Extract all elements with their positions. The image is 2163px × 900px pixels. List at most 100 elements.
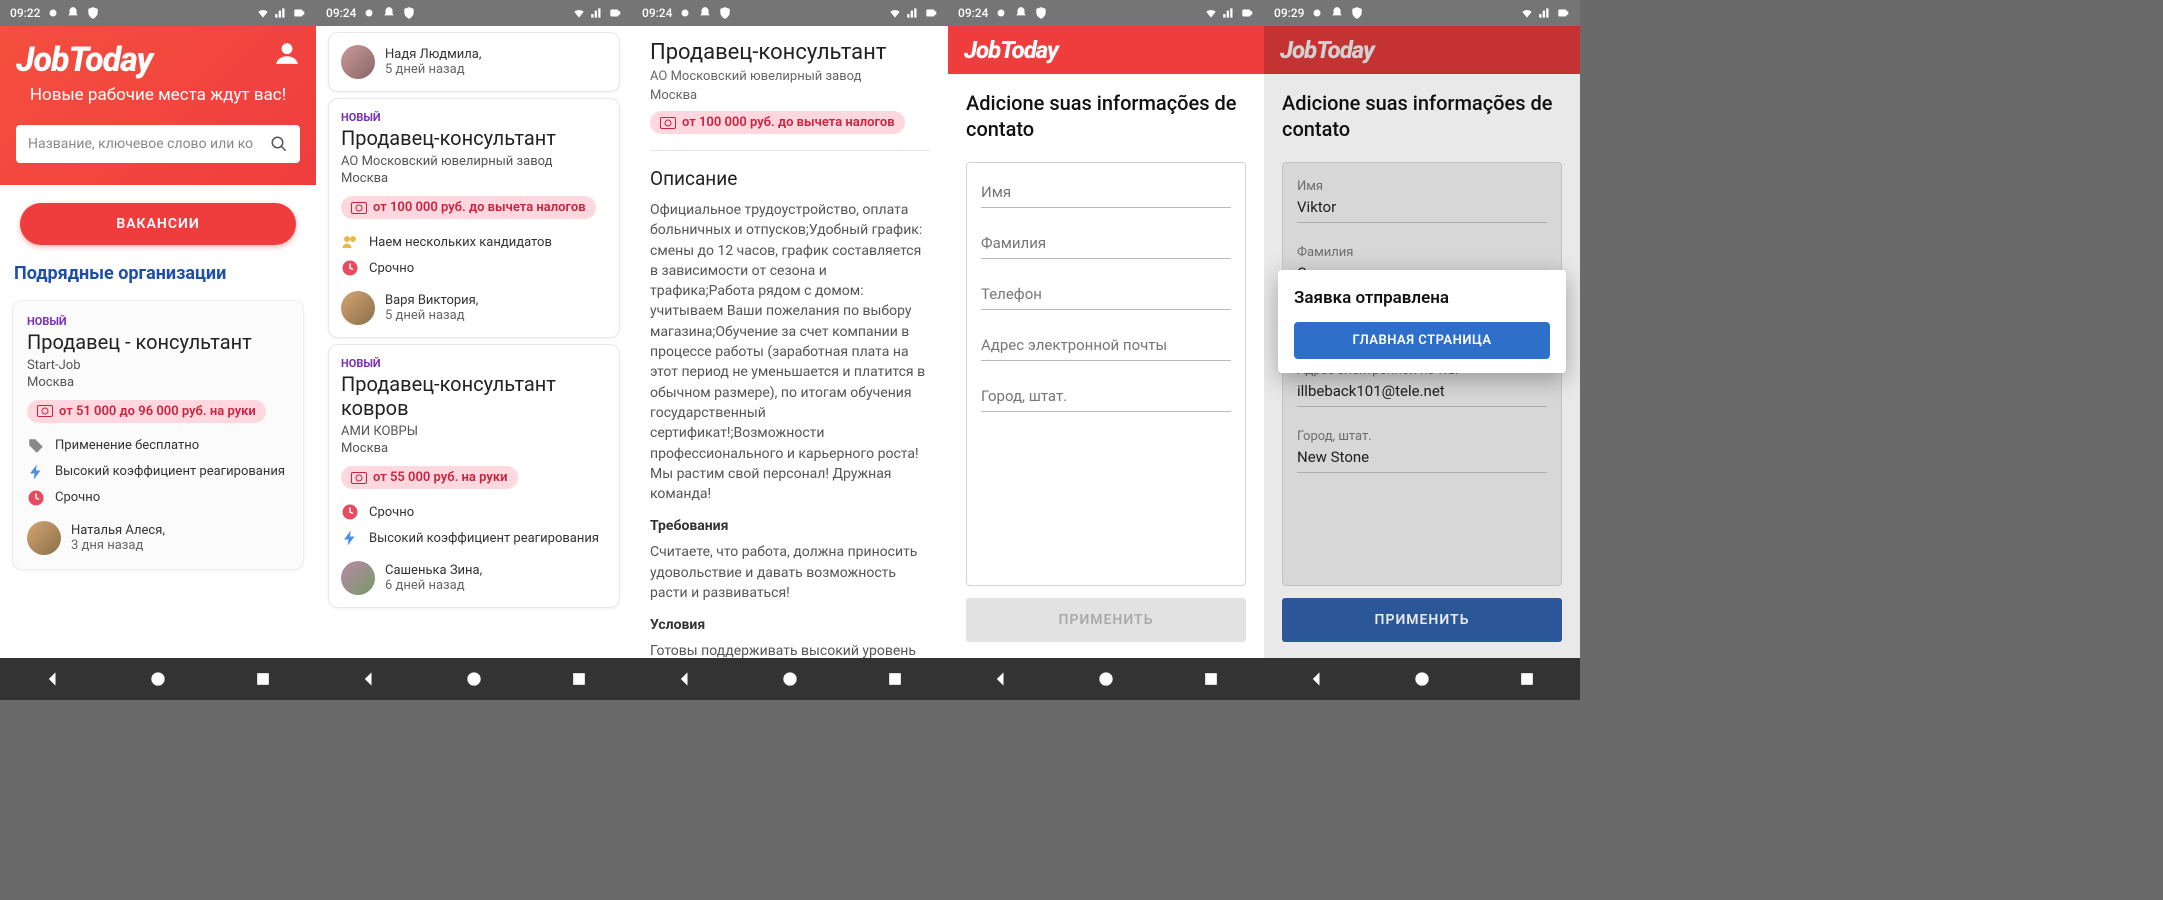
nav-back-icon[interactable] — [675, 669, 695, 689]
battery-icon — [608, 6, 622, 20]
feature-text: Срочно — [369, 261, 414, 276]
app-logo: JobToday — [16, 40, 152, 80]
poster-time: 5 дней назад — [385, 62, 481, 77]
form-card: ИмяViktor ФамилияConnor Адрес электронно… — [1282, 162, 1562, 586]
shield-icon — [1034, 6, 1048, 20]
phone-field[interactable]: Телефон — [981, 281, 1231, 310]
vacancies-button[interactable]: ВАКАНСИИ — [20, 203, 296, 245]
job-card[interactable]: новый Продавец-консультант АО Московский… — [328, 98, 620, 338]
wifi-icon — [256, 6, 270, 20]
city-field[interactable]: New Stone — [1297, 444, 1547, 473]
new-label: новый — [27, 315, 289, 328]
dot-icon — [46, 6, 60, 20]
feature-text: Срочно — [369, 505, 414, 520]
apply-button[interactable]: ПРИМЕНИТЬ — [1282, 598, 1562, 642]
dot-icon — [1310, 6, 1324, 20]
bolt-icon — [341, 529, 359, 547]
wifi-icon — [888, 6, 902, 20]
nav-recent-icon[interactable] — [885, 669, 905, 689]
email-field[interactable]: illbeback101@tele.net — [1297, 378, 1547, 407]
signal-icon — [906, 6, 920, 20]
nav-home-icon[interactable] — [148, 669, 168, 689]
nav-home-icon[interactable] — [464, 669, 484, 689]
nav-recent-icon[interactable] — [569, 669, 589, 689]
job-city: Москва — [341, 171, 607, 186]
shield-icon — [86, 6, 100, 20]
status-time: 09:29 — [1274, 6, 1304, 20]
hero: JobToday Новые рабочие места ждут вас! — [0, 26, 316, 185]
battery-icon — [292, 6, 306, 20]
job-card[interactable]: новый Продавец-консультант ковров АМИ КО… — [328, 344, 620, 608]
bell-icon — [382, 6, 396, 20]
dot-icon — [362, 6, 376, 20]
job-city: Москва — [650, 88, 930, 103]
poster-name: Надя Людмила, — [385, 47, 481, 62]
shield-icon — [402, 6, 416, 20]
salary-text: от 100 000 руб. до вычета налогов — [373, 200, 586, 215]
money-icon — [351, 202, 367, 214]
poster-time: 3 дня назад — [71, 538, 165, 553]
surname-field[interactable]: Фамилия — [981, 230, 1231, 259]
home-content: JobToday Новые рабочие места ждут вас! В… — [0, 26, 316, 658]
avatar — [27, 521, 61, 555]
status-time: 09:22 — [10, 6, 40, 20]
salary-pill: от 100 000 руб. до вычета налогов — [341, 196, 596, 219]
bell-icon — [698, 6, 712, 20]
nav-back-icon[interactable] — [991, 669, 1011, 689]
poster-snippet[interactable]: Надя Людмила,5 дней назад — [328, 32, 620, 92]
job-title: Продавец-консультант ковров — [341, 372, 607, 420]
salary-text: от 100 000 руб. до вычета налогов — [682, 115, 895, 130]
job-card[interactable]: новый Продавец - консультант Start-Job М… — [12, 300, 304, 570]
nav-back-icon[interactable] — [1307, 669, 1327, 689]
form-page: Adicione suas informações de contato Имя… — [948, 74, 1264, 658]
nav-recent-icon[interactable] — [253, 669, 273, 689]
name-field[interactable]: Viktor — [1297, 194, 1547, 223]
search-box[interactable] — [16, 125, 300, 163]
tag-icon — [27, 437, 45, 455]
job-title: Продавец - консультант — [27, 330, 289, 354]
job-company: АМИ КОВРЫ — [341, 424, 607, 439]
nav-home-icon[interactable] — [780, 669, 800, 689]
city-field[interactable]: Город, штат. — [981, 383, 1231, 412]
money-icon — [351, 472, 367, 484]
screen-detail: 09:24 Продавец-консультант АО Московский… — [632, 0, 948, 700]
battery-icon — [1556, 6, 1570, 20]
status-time: 09:24 — [958, 6, 988, 20]
email-field[interactable]: Адрес электронной почты — [981, 332, 1231, 361]
job-city: Москва — [27, 375, 289, 390]
wifi-icon — [1204, 6, 1218, 20]
nav-home-icon[interactable] — [1096, 669, 1116, 689]
divider — [650, 150, 930, 151]
apply-button[interactable]: ПРИМЕНИТЬ — [966, 598, 1246, 642]
nav-back-icon[interactable] — [359, 669, 379, 689]
dialog-title: Заявка отправлена — [1294, 288, 1550, 308]
nav-back-icon[interactable] — [43, 669, 63, 689]
section-requirements: Требования — [650, 518, 930, 534]
status-bar: 09:24 — [948, 0, 1264, 26]
salary-pill: от 55 000 руб. на руки — [341, 466, 518, 489]
name-field[interactable]: Имя — [981, 179, 1231, 208]
battery-icon — [1240, 6, 1254, 20]
new-label: новый — [341, 111, 607, 124]
search-icon[interactable] — [270, 135, 288, 153]
hero-subtitle: Новые рабочие места ждут вас! — [16, 84, 300, 107]
nav-home-icon[interactable] — [1412, 669, 1432, 689]
profile-icon[interactable] — [274, 40, 300, 66]
nav-recent-icon[interactable] — [1517, 669, 1537, 689]
status-bar: 09:24 — [316, 0, 632, 26]
bolt-icon — [27, 463, 45, 481]
brand-bar: JobToday — [1264, 26, 1580, 74]
bell-icon — [1330, 6, 1344, 20]
new-label: новый — [341, 357, 607, 370]
requirements-text: Считаете, что работа, должна приносить у… — [650, 542, 930, 603]
status-bar: 09:22 — [0, 0, 316, 26]
form-title: Adicione suas informações de contato — [1282, 90, 1562, 142]
nav-bar — [632, 658, 948, 700]
surname-label: Фамилия — [1297, 245, 1547, 260]
poster-name: Сашенька Зина, — [385, 563, 482, 578]
screen-form-submitted: 09:29 JobToday Adicione suas informações… — [1264, 0, 1580, 700]
form-card: Имя Фамилия Телефон Адрес электронной по… — [966, 162, 1246, 586]
dialog-home-button[interactable]: ГЛАВНАЯ СТРАНИЦА — [1294, 322, 1550, 359]
nav-recent-icon[interactable] — [1201, 669, 1221, 689]
search-input[interactable] — [28, 136, 270, 152]
